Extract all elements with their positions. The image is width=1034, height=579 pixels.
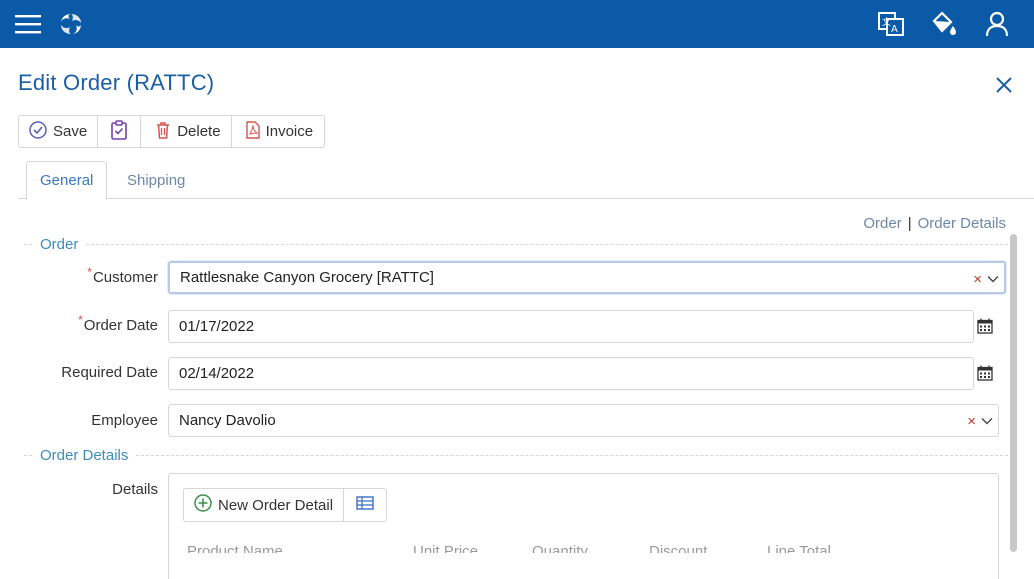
details-toolbar: New Order Detail xyxy=(183,488,388,522)
chevron-down-icon[interactable] xyxy=(980,414,994,432)
order-link[interactable]: Order xyxy=(863,215,901,232)
section-order-header: Order xyxy=(24,234,1008,254)
check-circle-icon xyxy=(29,120,47,143)
save-button[interactable]: Save xyxy=(19,116,99,147)
clear-icon[interactable]: × xyxy=(973,271,982,288)
order-date-input[interactable]: 01/17/2022 xyxy=(168,310,974,343)
svg-text:文: 文 xyxy=(882,16,891,28)
divider xyxy=(86,243,1008,245)
section-order-details-title: Order Details xyxy=(40,446,129,464)
details-label: Details xyxy=(112,481,158,498)
required-date-label: Required Date xyxy=(61,364,158,381)
invoice-button[interactable]: Invoice xyxy=(232,116,325,147)
customer-value: Rattlesnake Canyon Grocery [RATTC] xyxy=(180,269,434,286)
table-icon xyxy=(356,496,374,514)
column-header[interactable]: Product Name xyxy=(187,543,283,553)
svg-text:A: A xyxy=(891,24,898,35)
page-title: Edit Order (RATTC) xyxy=(18,70,215,95)
section-order-details-header: Order Details xyxy=(24,445,1008,465)
delete-button[interactable]: Delete xyxy=(141,116,232,147)
main-toolbar: Save Delete Invoice xyxy=(18,115,326,148)
calendar-icon[interactable] xyxy=(977,365,995,383)
required-marker: * xyxy=(78,313,83,327)
top-app-bar: 文A xyxy=(0,0,1034,48)
tab-strip: General Shipping xyxy=(18,161,1034,200)
required-date-value: 02/14/2022 xyxy=(179,365,255,382)
close-icon[interactable] xyxy=(993,74,1015,96)
employee-label: Employee xyxy=(91,412,158,429)
order-date-value: 01/17/2022 xyxy=(179,318,255,335)
pdf-icon xyxy=(245,120,260,143)
tab-general[interactable]: General xyxy=(26,161,108,200)
required-marker: * xyxy=(87,265,92,279)
divider xyxy=(136,454,1008,456)
grid-view-button[interactable] xyxy=(344,489,386,521)
divider xyxy=(24,243,32,245)
swirl-logo-icon[interactable] xyxy=(56,0,86,48)
clear-icon[interactable]: × xyxy=(967,413,976,430)
translate-icon[interactable]: 文A xyxy=(876,0,906,48)
column-header[interactable]: Quantity xyxy=(532,543,588,553)
user-icon[interactable] xyxy=(983,0,1011,48)
tab-shipping[interactable]: Shipping xyxy=(114,161,198,199)
section-links: Order | Order Details xyxy=(863,215,1006,232)
calendar-icon[interactable] xyxy=(977,318,995,336)
column-header[interactable]: Unit Price xyxy=(413,543,478,553)
employee-value: Nancy Davolio xyxy=(179,412,276,429)
delete-label: Delete xyxy=(177,123,221,140)
column-header[interactable]: Discount xyxy=(649,543,707,553)
trash-icon xyxy=(155,121,171,143)
paint-bucket-icon[interactable] xyxy=(928,0,958,48)
column-header[interactable]: Line Total xyxy=(767,543,831,553)
vertical-scrollbar[interactable] xyxy=(1010,234,1017,552)
hamburger-icon[interactable] xyxy=(14,0,42,48)
required-date-input[interactable]: 02/14/2022 xyxy=(168,357,974,390)
employee-select[interactable]: Nancy Davolio × xyxy=(168,404,999,437)
new-order-detail-button[interactable]: New Order Detail xyxy=(184,489,345,521)
clipboard-check-button[interactable] xyxy=(98,116,142,147)
clipboard-check-icon xyxy=(110,119,128,144)
section-order-title: Order xyxy=(40,235,79,253)
invoice-label: Invoice xyxy=(265,123,314,140)
order-date-label: *Order Date xyxy=(78,313,158,334)
customer-label: *Customer xyxy=(87,265,158,286)
divider xyxy=(24,454,32,456)
link-separator: | xyxy=(907,215,912,232)
chevron-down-icon[interactable] xyxy=(986,272,1000,290)
customer-select[interactable]: Rattlesnake Canyon Grocery [RATTC] × xyxy=(168,261,1006,294)
new-order-detail-label: New Order Detail xyxy=(218,496,334,514)
save-label: Save xyxy=(53,123,88,140)
order-details-link[interactable]: Order Details xyxy=(918,215,1006,232)
plus-circle-icon xyxy=(194,494,212,516)
